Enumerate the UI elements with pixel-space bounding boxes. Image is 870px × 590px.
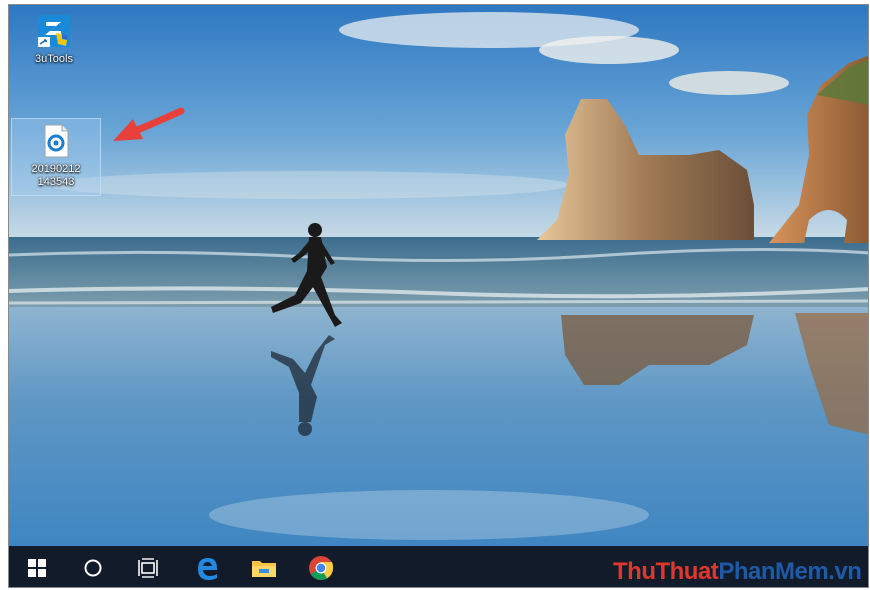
task-view-icon xyxy=(138,557,158,578)
folder-icon xyxy=(252,560,276,577)
watermark: ThuThuatPhanMem.vn xyxy=(613,558,862,586)
desktop-icon-20190212-143543[interactable]: 20190212 143543 xyxy=(11,118,101,196)
watermark-part2: PhanMem xyxy=(718,558,829,585)
3utools-icon xyxy=(36,13,72,49)
start-button[interactable] xyxy=(9,546,65,587)
watermark-part1: ThuThuat xyxy=(613,558,719,585)
windows-logo-icon xyxy=(28,558,46,577)
desktop-icon-label: 3uTools xyxy=(35,53,73,65)
desktop-icon-3utools[interactable]: 3uTools xyxy=(17,13,91,75)
watermark-part3: .vn xyxy=(828,558,862,585)
chrome-button[interactable] xyxy=(293,546,349,587)
search-button[interactable] xyxy=(65,546,121,587)
task-view-button[interactable] xyxy=(121,546,177,587)
edge-icon xyxy=(198,557,217,580)
desktop-screen: 3uTools 20190212 143543 ThuThuatPhanMem.… xyxy=(8,4,869,588)
edge-button[interactable] xyxy=(179,546,235,587)
red-arrow-annotation xyxy=(113,107,185,141)
desktop-wallpaper xyxy=(9,5,868,546)
desktop-icon-label-line2: 143543 xyxy=(37,176,75,188)
desktop-icon-label-line1: 20190212 xyxy=(31,163,81,175)
cortana-circle-icon xyxy=(84,559,102,576)
chrome-icon xyxy=(309,555,334,580)
document-file-icon xyxy=(38,123,74,159)
file-explorer-button[interactable] xyxy=(236,546,292,587)
